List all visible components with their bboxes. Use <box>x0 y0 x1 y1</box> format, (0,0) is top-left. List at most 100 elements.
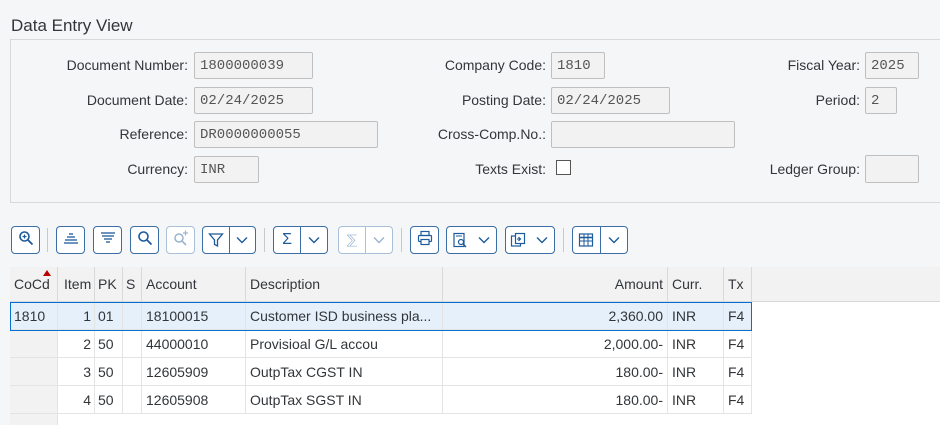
layout-menu-button[interactable] <box>572 226 628 254</box>
cell-pk: 50 <box>95 330 123 358</box>
company-code-label: Company Code: <box>444 57 546 73</box>
cell-item: 4 <box>58 386 95 414</box>
currency-field[interactable]: INR <box>194 156 259 183</box>
cell-description: Provisioal G/L accou <box>246 330 443 358</box>
cell-cocd <box>10 358 58 386</box>
cell-currency: INR <box>668 386 724 414</box>
line-items-grid: CoCd Item PK S Account Description Amoun… <box>10 267 940 425</box>
cell-pk: 01 <box>95 302 123 330</box>
sort-descending-button[interactable] <box>93 226 122 254</box>
cell-description: Customer ISD business pla... <box>246 302 443 330</box>
period-label: Period: <box>815 92 860 108</box>
cell-description: OutpTax SGST IN <box>246 386 443 414</box>
cell-tx: F4 <box>724 386 752 414</box>
cell-cocd <box>10 386 58 414</box>
column-header-description[interactable]: Description <box>246 267 443 301</box>
column-header-tx[interactable]: Tx <box>724 267 752 301</box>
total-menu-button[interactable]: Σ <box>273 226 328 254</box>
column-header-item[interactable]: Item <box>58 267 95 301</box>
cell-currency: INR <box>668 302 724 330</box>
cell-cocd <box>10 330 58 358</box>
column-header-s[interactable]: S <box>123 267 142 301</box>
filter-icon <box>203 227 229 253</box>
export-icon <box>506 227 530 253</box>
sum-icon: Σ <box>282 231 292 248</box>
cell-pk: 50 <box>95 358 123 386</box>
subtotal-menu-button[interactable]: ⅀ <box>338 226 393 254</box>
reference-field[interactable]: DR0000000055 <box>194 121 378 148</box>
document-number-field[interactable]: 1800000039 <box>194 52 313 79</box>
grid-toolbar: Σ ⅀ <box>0 226 940 256</box>
cell-item: 3 <box>58 358 95 386</box>
export-menu-button[interactable] <box>505 226 555 254</box>
cell-s <box>123 330 142 358</box>
search-icon <box>137 230 153 251</box>
cell-tx: F4 <box>724 358 752 386</box>
cell-currency: INR <box>668 330 724 358</box>
cell-amount: 180.00- <box>443 358 668 386</box>
cell-s <box>123 386 142 414</box>
document-number-label: Document Number: <box>66 57 188 73</box>
column-header-currency[interactable]: Curr. <box>668 267 724 301</box>
ledger-group-label: Ledger Group: <box>769 161 860 177</box>
search-plus-icon <box>173 230 189 251</box>
chevron-down-icon <box>301 227 327 253</box>
subtotal-icon: ⅀ <box>346 232 358 247</box>
cross-comp-field[interactable] <box>551 121 735 148</box>
posting-date-label: Posting Date: <box>461 92 546 108</box>
texts-exist-checkbox[interactable] <box>556 160 571 175</box>
column-header-account[interactable]: Account <box>142 267 246 301</box>
cell-s <box>123 302 142 330</box>
chevron-down-icon <box>472 227 496 253</box>
print-button[interactable] <box>410 226 439 254</box>
table-row[interactable]: 3 50 12605909 OutpTax CGST IN 180.00- IN… <box>10 358 940 386</box>
table-row[interactable]: 2 50 44000010 Provisioal G/L accou 2,000… <box>10 330 940 358</box>
company-code-field[interactable]: 1810 <box>551 52 605 79</box>
cell-tx: F4 <box>724 330 752 358</box>
texts-exist-label: Texts Exist: <box>475 161 546 177</box>
table-row[interactable]: 4 50 12605908 OutpTax SGST IN 180.00- IN… <box>10 386 940 414</box>
cell-account[interactable]: 44000010 <box>142 330 246 358</box>
page-title: Data Entry View <box>11 16 133 35</box>
period-field[interactable]: 2 <box>865 87 897 114</box>
toolbar-separator <box>47 228 48 252</box>
chevron-down-icon <box>530 227 554 253</box>
cell-account[interactable]: 12605909 <box>142 358 246 386</box>
ledger-group-field[interactable] <box>865 155 919 183</box>
find-next-button[interactable] <box>166 226 195 254</box>
column-header-pk[interactable]: PK <box>95 267 123 301</box>
grid-header-row: CoCd Item PK S Account Description Amoun… <box>10 267 940 302</box>
cross-comp-label: Cross-Comp.No.: <box>437 126 546 142</box>
chevron-down-icon <box>366 227 392 253</box>
reference-label: Reference: <box>119 126 188 142</box>
fiscal-year-field[interactable]: 2025 <box>865 52 919 79</box>
empty-cell <box>10 414 58 425</box>
table-layout-icon <box>573 227 600 253</box>
cell-account[interactable]: 18100015 <box>142 302 246 330</box>
printer-icon <box>417 230 433 251</box>
toolbar-separator <box>563 228 564 252</box>
currency-label: Currency: <box>127 161 188 177</box>
cell-item: 1 <box>58 302 95 330</box>
find-button[interactable] <box>130 226 159 254</box>
sort-ascending-button[interactable] <box>56 226 85 254</box>
empty-row <box>10 414 940 425</box>
column-header-amount[interactable]: Amount <box>443 267 668 301</box>
views-menu-button[interactable] <box>446 226 497 254</box>
table-row[interactable]: 1810 1 01 18100015 Customer ISD business… <box>10 302 940 330</box>
cell-amount: 2,360.00 <box>443 302 668 330</box>
filter-menu-button[interactable] <box>202 226 256 254</box>
sort-indicator-icon <box>43 270 51 276</box>
toolbar-separator <box>264 228 265 252</box>
print-preview-icon <box>447 227 472 253</box>
cell-account[interactable]: 12605908 <box>142 386 246 414</box>
document-date-label: Document Date: <box>86 92 188 108</box>
cell-amount: 2,000.00- <box>443 330 668 358</box>
fiscal-year-label: Fiscal Year: <box>787 57 860 73</box>
cell-pk: 50 <box>95 386 123 414</box>
document-date-field[interactable]: 02/24/2025 <box>194 87 313 114</box>
posting-date-field[interactable]: 02/24/2025 <box>551 87 670 114</box>
details-button[interactable] <box>11 226 40 254</box>
chevron-down-icon <box>601 227 628 253</box>
sort-descending-icon <box>100 230 116 251</box>
